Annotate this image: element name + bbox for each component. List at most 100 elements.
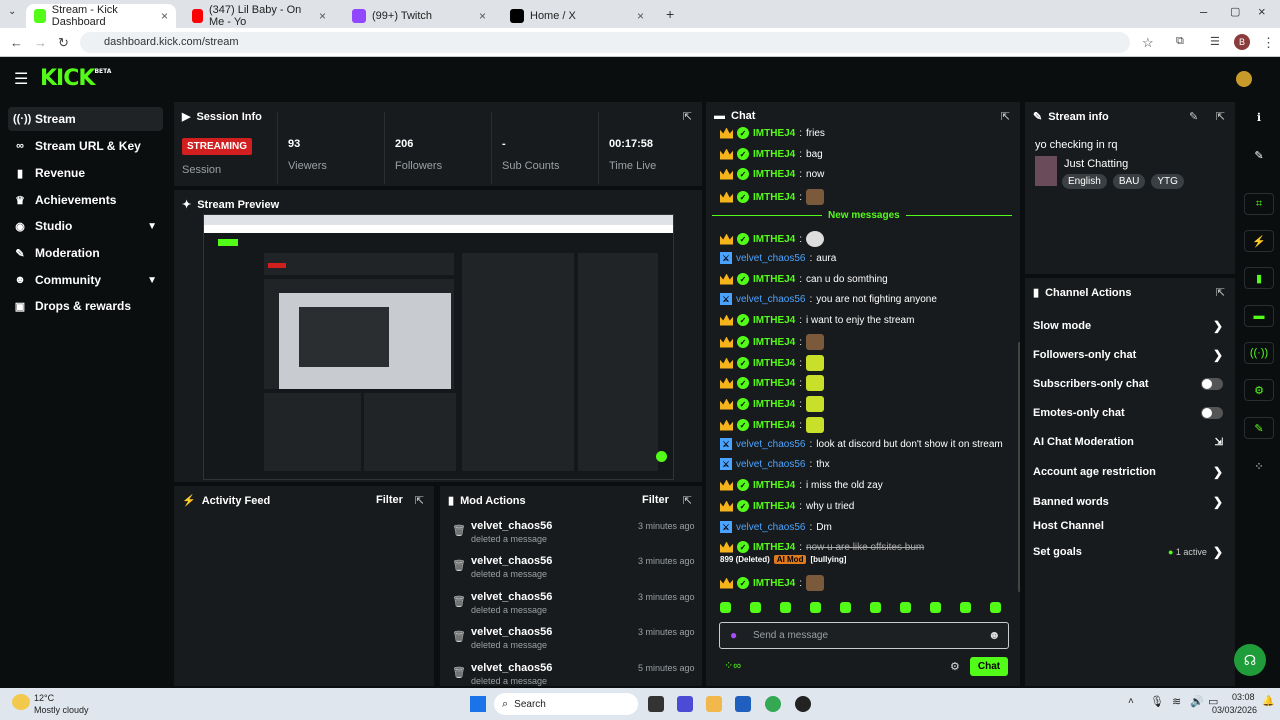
chat-message[interactable]: ⚔ velvet_chaos56: Dm bbox=[720, 521, 832, 533]
info-rail-icon[interactable]: ℹ bbox=[1244, 106, 1274, 128]
support-chat-bubble[interactable]: ☊ bbox=[1234, 644, 1266, 676]
session-rail-icon[interactable]: ⌗ bbox=[1244, 193, 1274, 215]
taskbar-search[interactable]: ⌕ Search bbox=[494, 693, 638, 715]
browser-menu-icon[interactable]: ⋮ bbox=[1262, 35, 1275, 51]
sidebar-item-stream-url[interactable]: ∞ Stream URL & Key bbox=[8, 134, 163, 158]
chat-scrollbar[interactable] bbox=[1018, 342, 1020, 592]
chat-message[interactable]: ✓ IMTHEJ4: bbox=[720, 375, 825, 391]
quick-emote-icon[interactable] bbox=[750, 602, 761, 613]
notifications-icon[interactable]: 🔔 bbox=[1262, 696, 1274, 707]
quick-emote-icon[interactable] bbox=[960, 602, 971, 613]
maximize-icon[interactable]: ▢ bbox=[1230, 5, 1240, 18]
chat-message[interactable]: ⚔ velvet_chaos56: look at discord but don'… bbox=[720, 438, 1003, 450]
chat-username[interactable]: IMTHEJ4 bbox=[753, 480, 795, 491]
bolt-rail-icon[interactable]: ⚡ bbox=[1244, 230, 1274, 252]
chat-message[interactable]: ✓ IMTHEJ4: i want to enjy the stream bbox=[720, 314, 914, 326]
chat-message[interactable]: ⚔ velvet_chaos56: thx bbox=[720, 458, 830, 470]
volume-icon[interactable]: 🔊 bbox=[1190, 695, 1204, 708]
chat-message[interactable]: ✓ IMTHEJ4: why u tried bbox=[720, 500, 854, 512]
chat-message-deleted[interactable]: ✓ IMTHEJ4: now u are like offsites bum bbox=[720, 541, 924, 553]
tab-x[interactable]: Home / X × bbox=[502, 4, 652, 28]
chat-username[interactable]: IMTHEJ4 bbox=[753, 192, 795, 203]
edit-pencil-icon[interactable]: ✎ bbox=[1189, 110, 1198, 123]
chat-username[interactable]: velvet_chaos56 bbox=[736, 439, 806, 450]
ai-chat-moderation-item[interactable]: AI Chat Moderation ⇲ bbox=[1033, 436, 1223, 448]
chat-message[interactable]: ✓ IMTHEJ4: bbox=[720, 355, 825, 371]
chat-username[interactable]: IMTHEJ4 bbox=[753, 274, 795, 285]
microphone-icon[interactable]: ● bbox=[730, 628, 737, 642]
quick-emote-icon[interactable] bbox=[990, 602, 1001, 613]
chat-username[interactable]: IMTHEJ4 bbox=[753, 420, 795, 431]
sidebar-item-achievements[interactable]: ♛ Achievements bbox=[8, 188, 163, 212]
chat-username[interactable]: velvet_chaos56 bbox=[736, 459, 806, 470]
minimize-icon[interactable]: – bbox=[1200, 4, 1207, 19]
slow-mode-item[interactable]: Slow mode ❯ bbox=[1033, 319, 1223, 333]
chat-username[interactable]: IMTHEJ4 bbox=[753, 149, 795, 160]
sidebar-item-drops[interactable]: ▣ Drops & rewards bbox=[8, 294, 163, 318]
forward-icon[interactable]: → bbox=[34, 35, 47, 50]
tab-twitch[interactable]: (99+) Twitch × bbox=[344, 4, 494, 28]
tools-rail-icon[interactable]: ✎ bbox=[1244, 417, 1274, 439]
tab-search-icon[interactable]: ⌄ bbox=[8, 6, 16, 17]
new-tab-icon[interactable]: + bbox=[666, 6, 674, 22]
actions-rail-icon[interactable]: ⚙ bbox=[1244, 379, 1274, 401]
chat-username[interactable]: IMTHEJ4 bbox=[753, 578, 795, 589]
emotes-only-toggle[interactable] bbox=[1201, 407, 1223, 419]
account-age-item[interactable]: Account age restriction ❯ bbox=[1033, 465, 1223, 479]
chat-message[interactable]: ⚔ velvet_chaos56: you are not fighting any… bbox=[720, 293, 937, 305]
hamburger-menu-icon[interactable]: ☰ bbox=[14, 69, 28, 89]
chat-message[interactable]: ✓ IMTHEJ4: bbox=[720, 396, 825, 412]
back-icon[interactable]: ← bbox=[10, 35, 23, 50]
quick-emote-icon[interactable] bbox=[810, 602, 821, 613]
chat-message[interactable]: ⚔ velvet_chaos56: aura bbox=[720, 252, 836, 264]
followers-only-item[interactable]: Followers-only chat ❯ bbox=[1033, 348, 1223, 362]
quick-emote-icon[interactable] bbox=[720, 602, 731, 613]
chevron-up-icon[interactable]: ˄ bbox=[1128, 696, 1134, 707]
quick-emote-icon[interactable] bbox=[840, 602, 851, 613]
sidebar-item-community[interactable]: ☻ Community ▼ bbox=[8, 268, 163, 292]
tab-youtube[interactable]: (347) Lil Baby - On Me - Yo × bbox=[184, 4, 334, 28]
close-icon[interactable]: × bbox=[637, 9, 644, 23]
chat-username[interactable]: IMTHEJ4 bbox=[753, 378, 795, 389]
chat-message[interactable]: ✓ IMTHEJ4: bbox=[720, 189, 825, 205]
sidebar-item-studio[interactable]: ◉ Studio ▼ bbox=[8, 214, 163, 238]
close-icon[interactable]: × bbox=[161, 9, 168, 23]
kick-points-icon[interactable]: ⁘∞ bbox=[724, 659, 741, 672]
chat-message[interactable]: ✓ IMTHEJ4: bbox=[720, 417, 825, 433]
user-avatar[interactable] bbox=[1236, 71, 1252, 87]
obs-icon[interactable] bbox=[795, 696, 811, 712]
chat-message[interactable]: ✓ IMTHEJ4: bag bbox=[720, 148, 823, 160]
chat-message[interactable]: ✓ IMTHEJ4: bbox=[720, 575, 825, 591]
mod-rail-icon[interactable]: ▮ bbox=[1244, 267, 1274, 289]
banned-words-item[interactable]: Banned words ❯ bbox=[1033, 495, 1223, 509]
file-explorer-icon[interactable] bbox=[706, 696, 722, 712]
chat-username[interactable]: IMTHEJ4 bbox=[753, 501, 795, 512]
chat-username[interactable]: IMTHEJ4 bbox=[753, 542, 795, 553]
chat-app-icon[interactable] bbox=[677, 696, 693, 712]
activity-filter-button[interactable]: Filter bbox=[376, 494, 403, 506]
host-channel-item[interactable]: Host Channel bbox=[1033, 520, 1223, 532]
chat-username[interactable]: velvet_chaos56 bbox=[736, 253, 806, 264]
close-icon[interactable]: × bbox=[479, 9, 486, 23]
extensions-icon[interactable]: ⧉ bbox=[1176, 35, 1184, 48]
chat-username[interactable]: IMTHEJ4 bbox=[753, 169, 795, 180]
microphone-tray-icon[interactable]: 🎙 bbox=[1150, 695, 1164, 708]
mod-filter-button[interactable]: Filter bbox=[642, 494, 669, 506]
chat-rail-icon[interactable]: ▬ bbox=[1244, 305, 1274, 327]
emotes-only-item[interactable]: Emotes-only chat bbox=[1033, 407, 1223, 419]
subscribers-only-toggle[interactable] bbox=[1201, 378, 1223, 390]
sidebar-item-moderation[interactable]: ✎ Moderation bbox=[8, 241, 163, 265]
tab-kick-dashboard[interactable]: Stream - Kick Dashboard × bbox=[26, 4, 176, 28]
chat-settings-gear-icon[interactable]: ⚙ bbox=[950, 660, 960, 673]
popout-icon[interactable]: ⇱ bbox=[683, 494, 692, 507]
popout-icon[interactable]: ⇱ bbox=[1216, 286, 1225, 299]
layout-rail-icon[interactable]: ⁘ bbox=[1244, 455, 1274, 477]
task-view-icon[interactable] bbox=[648, 696, 664, 712]
close-icon[interactable]: × bbox=[319, 9, 326, 23]
chat-message[interactable]: ✓ IMTHEJ4: bbox=[720, 334, 825, 350]
chat-input[interactable]: ● Send a message ☻ bbox=[719, 622, 1009, 649]
kick-logo[interactable]: KICKBETA bbox=[40, 66, 111, 91]
profile-avatar[interactable]: B bbox=[1234, 34, 1250, 50]
chat-message[interactable]: ✓ IMTHEJ4: fries bbox=[720, 127, 825, 139]
sidebar-item-stream[interactable]: ((·)) Stream bbox=[8, 107, 163, 131]
